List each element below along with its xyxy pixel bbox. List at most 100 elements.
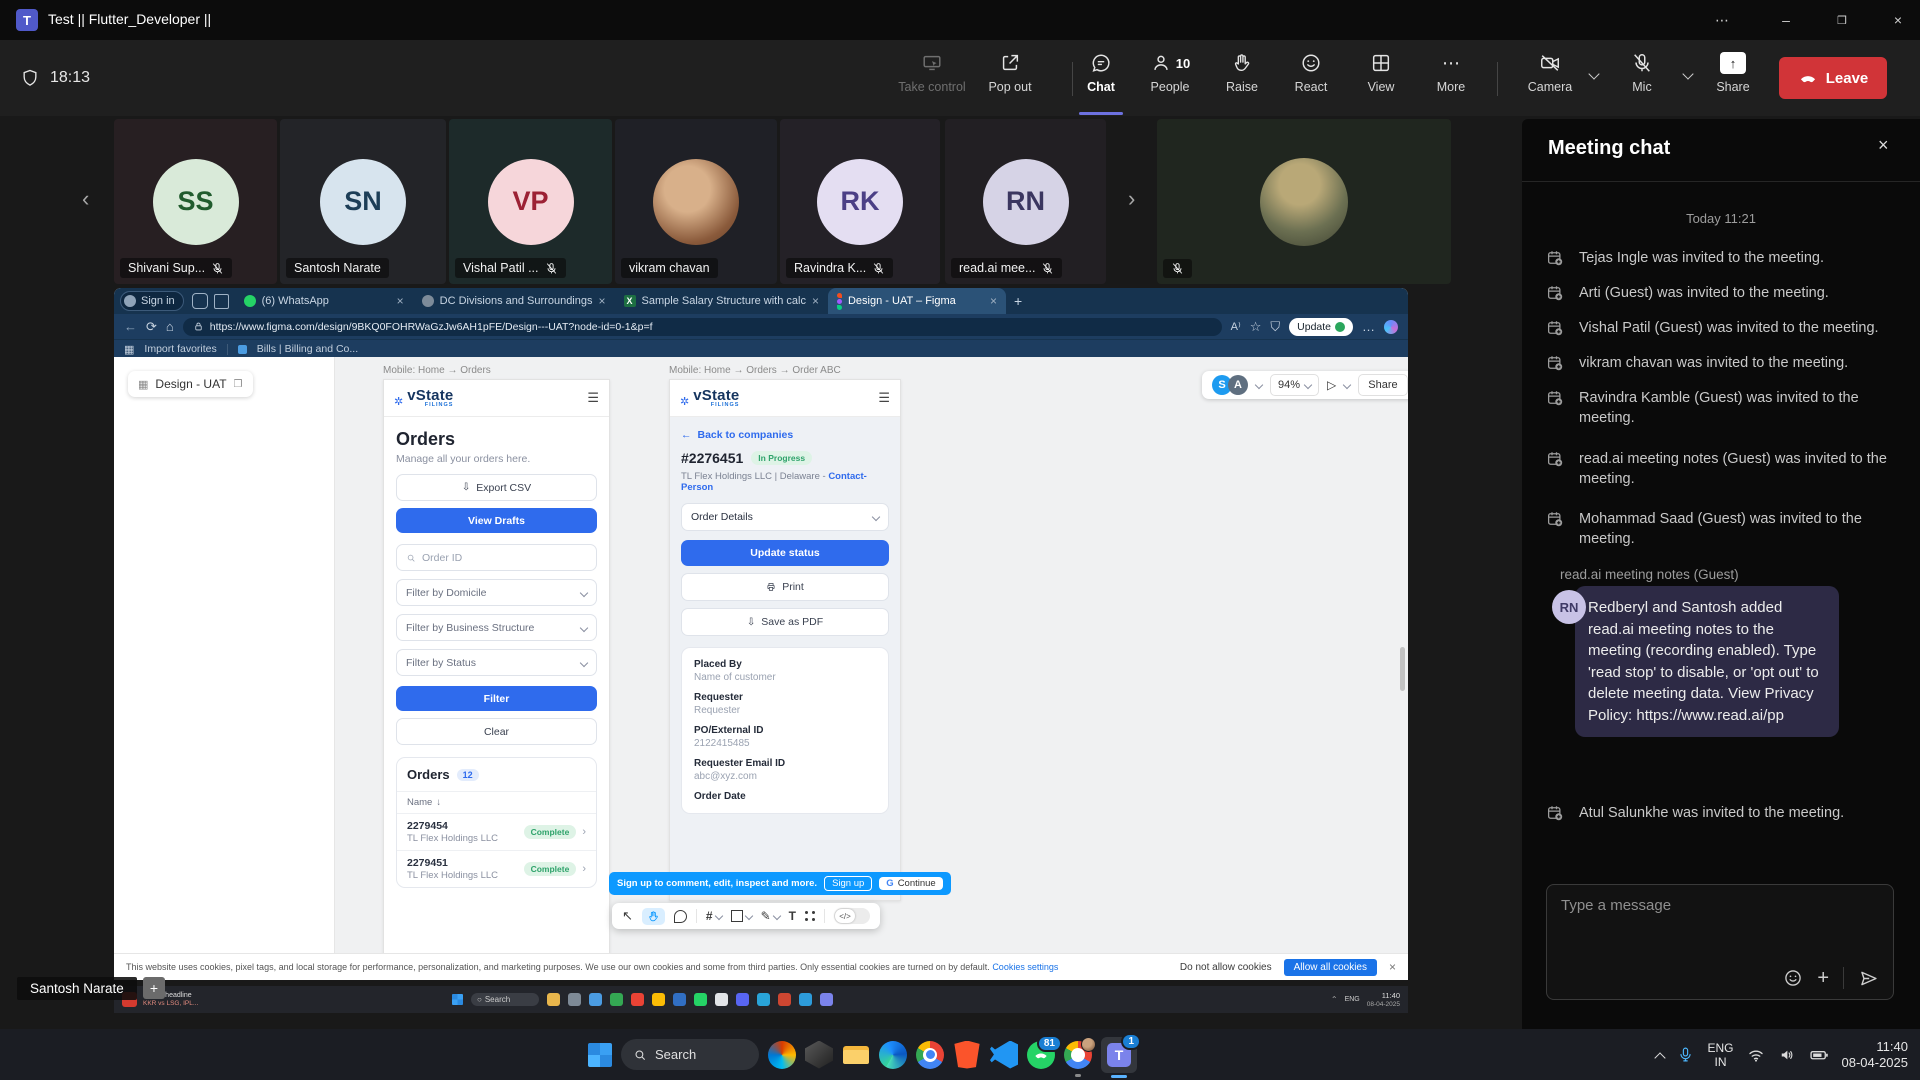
participant-tile[interactable]: RN read.ai mee...: [945, 119, 1106, 284]
comment-tool-icon[interactable]: [674, 910, 687, 923]
import-favorites[interactable]: Import favorites: [144, 343, 216, 355]
tab-close-icon[interactable]: ×: [812, 294, 819, 308]
speaker-icon[interactable]: [1778, 1046, 1796, 1064]
mic-button[interactable]: Mic: [1606, 52, 1678, 94]
react-button[interactable]: React: [1275, 52, 1347, 94]
wifi-icon[interactable]: [1747, 1046, 1765, 1064]
new-tab-icon[interactable]: +: [1014, 293, 1022, 309]
mini-tray-chevron[interactable]: ⌃: [1331, 995, 1338, 1004]
edge-icon[interactable]: [879, 1041, 907, 1069]
tab-close-icon[interactable]: ×: [990, 294, 997, 308]
hamburger-menu-icon[interactable]: ☰: [587, 390, 599, 406]
tray-expand-chevron[interactable]: [1655, 1052, 1666, 1063]
chat-close-icon[interactable]: ×: [1878, 135, 1889, 156]
vscode-icon[interactable]: [990, 1041, 1018, 1069]
figma-menu-icon[interactable]: ▦: [138, 378, 148, 391]
cookie-settings-link[interactable]: Cookies settings: [992, 962, 1058, 972]
allow-cookies-button[interactable]: Allow all cookies: [1284, 959, 1377, 976]
avatars-chevron-icon[interactable]: [1255, 381, 1263, 389]
camera-options-chevron-icon[interactable]: [1588, 68, 1599, 79]
collaborator-avatar[interactable]: A: [1228, 375, 1248, 395]
figma-file-chip[interactable]: ▦ Design - UAT ❒: [128, 371, 253, 397]
chat-button[interactable]: Chat: [1065, 52, 1137, 94]
clear-button[interactable]: Clear: [396, 718, 597, 745]
frame-tool-icon[interactable]: #: [706, 909, 722, 923]
update-status-button[interactable]: Update status: [681, 540, 889, 566]
deny-cookies-button[interactable]: Do not allow cookies: [1180, 962, 1272, 973]
raise-hand-button[interactable]: Raise: [1206, 52, 1278, 94]
order-id-search[interactable]: Order ID: [396, 544, 597, 571]
filter-domicile-select[interactable]: Filter by Domicile: [396, 579, 597, 606]
hand-tool-icon[interactable]: [642, 908, 665, 925]
restore-button[interactable]: ❒: [1820, 0, 1864, 40]
hamburger-menu-icon[interactable]: ☰: [878, 390, 890, 406]
minimize-button[interactable]: –: [1764, 0, 1808, 40]
browser-tab[interactable]: X Sample Salary Structure with calc×: [615, 288, 828, 314]
mini-app-icon[interactable]: [652, 993, 665, 1006]
workspaces-icon[interactable]: [214, 294, 229, 309]
view-drafts-button[interactable]: View Drafts: [396, 508, 597, 533]
attach-plus-icon[interactable]: +: [1817, 968, 1829, 988]
pen-tool-icon[interactable]: ✎: [761, 909, 780, 923]
chrome-icon[interactable]: [916, 1041, 944, 1069]
scroll-tiles-left-icon[interactable]: ‹: [82, 186, 89, 212]
emoji-icon[interactable]: [1783, 968, 1803, 988]
presenter-pin-button[interactable]: +: [143, 977, 165, 999]
scroll-tiles-right-icon[interactable]: ›: [1128, 186, 1135, 212]
language-indicator[interactable]: ENGIN: [1707, 1041, 1733, 1069]
people-button[interactable]: 10 People: [1134, 52, 1206, 94]
cookie-close-icon[interactable]: ×: [1389, 960, 1396, 974]
address-bar[interactable]: https://www.figma.com/design/9BKQ0FOHRWa…: [183, 318, 1222, 336]
order-row[interactable]: 2279454 TL Flex Holdings LLC Complete ›: [397, 814, 596, 850]
figma-share-button[interactable]: Share: [1358, 374, 1407, 396]
mini-app-icon[interactable]: [589, 993, 602, 1006]
mini-app-icon[interactable]: [694, 993, 707, 1006]
participant-tile[interactable]: RK Ravindra K...: [780, 119, 940, 284]
file-explorer-icon[interactable]: [842, 1041, 870, 1069]
spotlight-participant-tile[interactable]: [1157, 119, 1451, 284]
close-button[interactable]: ×: [1876, 0, 1920, 40]
participant-tile[interactable]: SN Santosh Narate: [280, 119, 446, 284]
mic-options-chevron-icon[interactable]: [1682, 68, 1693, 79]
mini-app-icon[interactable]: [631, 993, 644, 1006]
browser-tab[interactable]: (6) WhatsApp×: [235, 288, 413, 314]
mini-start-icon[interactable]: [452, 994, 463, 1005]
copilot-icon[interactable]: [1384, 320, 1398, 334]
participant-tile[interactable]: vikram chavan: [615, 119, 777, 284]
mini-app-icon[interactable]: [778, 993, 791, 1006]
mini-app-icon[interactable]: [568, 993, 581, 1006]
column-header[interactable]: Name↓: [397, 792, 596, 813]
dark-app-icon[interactable]: [805, 1041, 833, 1069]
titlebar-more-icon[interactable]: ⋯: [1700, 0, 1744, 40]
mini-app-icon[interactable]: [820, 993, 833, 1006]
actions-tool-icon[interactable]: [805, 911, 815, 921]
text-tool-icon[interactable]: T: [789, 909, 796, 923]
tab-actions-icon[interactable]: [192, 293, 208, 309]
collections-icon[interactable]: ⛉: [1270, 319, 1280, 335]
share-button[interactable]: ↑ Share: [1697, 52, 1769, 94]
whatsapp-icon[interactable]: 81: [1027, 1041, 1055, 1069]
home-icon[interactable]: ⌂: [166, 319, 174, 334]
tab-close-icon[interactable]: ×: [599, 294, 606, 308]
mini-app-icon[interactable]: [736, 993, 749, 1006]
favorite-star-icon[interactable]: ☆: [1250, 319, 1262, 335]
present-chevron-icon[interactable]: [1343, 381, 1351, 389]
signup-button[interactable]: Sign up: [824, 876, 872, 891]
tab-close-icon[interactable]: ×: [397, 294, 404, 308]
move-tool-icon[interactable]: ↖: [622, 908, 633, 924]
leave-button[interactable]: Leave: [1779, 57, 1887, 99]
mini-app-icon[interactable]: [610, 993, 623, 1006]
view-button[interactable]: View: [1345, 52, 1417, 94]
mini-app-icon[interactable]: [547, 993, 560, 1006]
copilot-app-icon[interactable]: [768, 1041, 796, 1069]
tray-mic-icon[interactable]: [1677, 1046, 1694, 1063]
save-pdf-button[interactable]: ⇩ Save as PDF: [681, 608, 889, 636]
battery-icon[interactable]: [1809, 1045, 1829, 1065]
participant-tile[interactable]: VP Vishal Patil ...: [449, 119, 612, 284]
canvas-scrollbar[interactable]: [1400, 647, 1405, 691]
taskbar-search[interactable]: Search: [621, 1039, 759, 1070]
start-button-icon[interactable]: [588, 1043, 612, 1067]
refresh-icon[interactable]: ⟳: [146, 319, 157, 335]
chat-input-box[interactable]: +: [1546, 884, 1894, 1000]
phone-frame-orders[interactable]: ✲ vStateFILINGS ☰ Orders Manage all your…: [383, 379, 610, 953]
